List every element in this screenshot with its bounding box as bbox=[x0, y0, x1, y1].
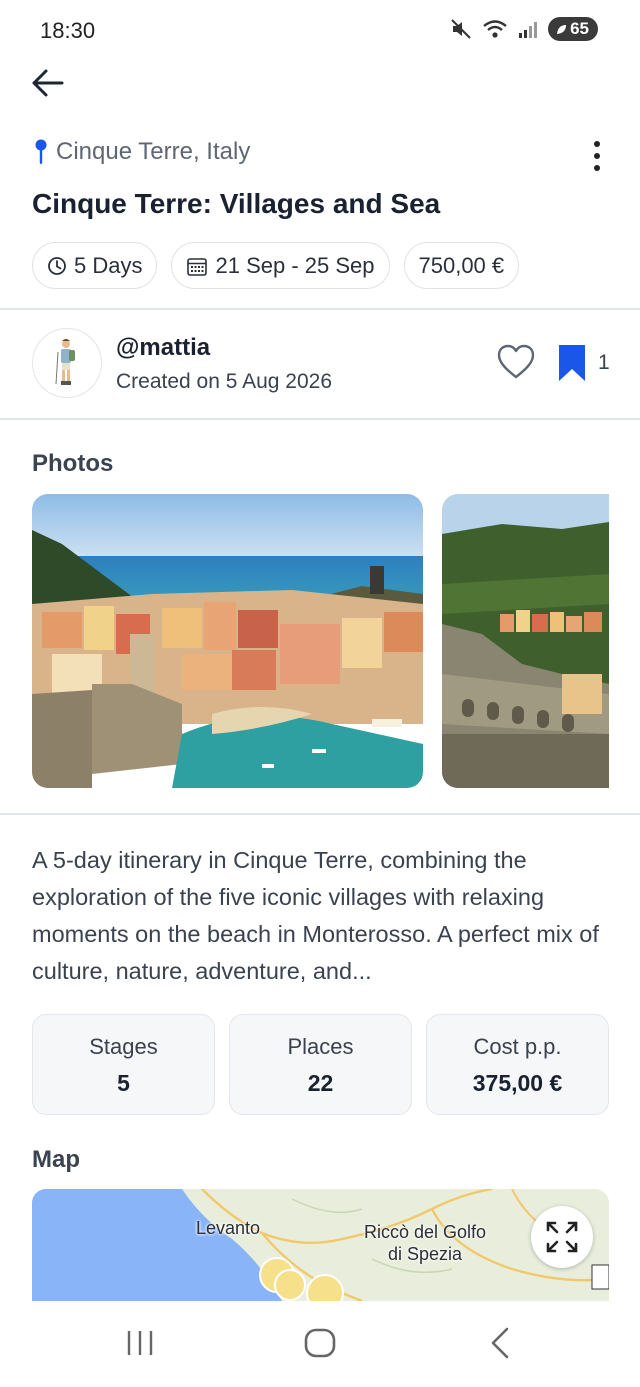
more-dot bbox=[594, 153, 600, 159]
map-label-levanto: Levanto bbox=[196, 1218, 261, 1238]
author-handle[interactable]: @mattia bbox=[116, 334, 210, 362]
battery-level: 65 bbox=[570, 19, 589, 38]
dates-chip: 21 Sep - 25 Sep bbox=[171, 242, 390, 289]
stat-value: 22 bbox=[307, 1070, 334, 1096]
home-button[interactable] bbox=[303, 1327, 337, 1364]
stat-value: 5 bbox=[117, 1070, 130, 1096]
status-time: 18:30 bbox=[40, 18, 96, 43]
duration-label: 5 Days bbox=[74, 252, 143, 278]
bookmark-button[interactable] bbox=[557, 343, 587, 388]
status-bar: 18:30 65 bbox=[0, 0, 640, 62]
bookmark-icon bbox=[559, 345, 585, 381]
divider bbox=[0, 813, 640, 815]
heart-icon bbox=[497, 344, 535, 379]
like-button[interactable] bbox=[497, 344, 535, 385]
location-row: Cinque Terre, Italy bbox=[34, 138, 250, 166]
trip-description: A 5-day itinerary in Cinque Terre, combi… bbox=[32, 847, 599, 984]
chevron-left-icon bbox=[491, 1327, 509, 1359]
stat-label: Cost p.p. bbox=[473, 1034, 562, 1059]
back-nav-button[interactable] bbox=[487, 1327, 511, 1364]
map-title: Map bbox=[32, 1146, 80, 1173]
divider bbox=[0, 418, 640, 420]
home-icon bbox=[304, 1328, 336, 1358]
duration-chip: 5 Days bbox=[32, 242, 158, 289]
dates-label: 21 Sep - 25 Sep bbox=[215, 252, 375, 278]
bookmark-count: 1 bbox=[598, 351, 610, 374]
stat-label: Stages bbox=[89, 1034, 158, 1059]
price-label: 750,00 € bbox=[418, 252, 505, 278]
divider bbox=[0, 308, 640, 310]
stat-value: 375,00 € bbox=[472, 1070, 563, 1096]
trip-chips: 5 Days 21 Sep - 25 Sep 750,00 € bbox=[32, 242, 520, 289]
photo-1[interactable] bbox=[32, 494, 423, 788]
stat-card-places: Places 22 bbox=[229, 1014, 412, 1115]
expand-icon bbox=[546, 1221, 578, 1253]
more-vertical-icon bbox=[594, 141, 600, 147]
stat-label: Places bbox=[287, 1034, 354, 1059]
battery-icon: 65 bbox=[548, 17, 598, 41]
photo-2[interactable] bbox=[442, 494, 609, 788]
recent-apps-button[interactable] bbox=[124, 1327, 156, 1364]
back-button[interactable] bbox=[26, 62, 68, 104]
expand-map-button[interactable] bbox=[531, 1206, 593, 1268]
recent-apps-icon bbox=[127, 1331, 153, 1355]
stat-card-stages: Stages 5 bbox=[32, 1014, 215, 1115]
price-chip: 750,00 € bbox=[403, 242, 520, 289]
hiker-avatar-icon bbox=[55, 339, 75, 385]
calendar-icon bbox=[187, 257, 208, 276]
created-date: Created on 5 Aug 2026 bbox=[116, 370, 333, 393]
signal-icon bbox=[518, 19, 538, 39]
location-text: Cinque Terre, Italy bbox=[56, 138, 251, 165]
page-title: Cinque Terre: Villages and Sea bbox=[32, 188, 441, 219]
system-nav-bar bbox=[0, 1301, 640, 1387]
more-dot bbox=[594, 165, 600, 171]
pin-icon bbox=[35, 139, 47, 164]
avatar[interactable] bbox=[32, 328, 102, 398]
stat-card-cost: Cost p.p. 375,00 € bbox=[426, 1014, 609, 1115]
wifi-icon bbox=[482, 18, 508, 40]
mute-icon bbox=[450, 18, 472, 40]
arrow-left-icon bbox=[32, 69, 64, 97]
photos-title: Photos bbox=[32, 450, 114, 477]
more-options-button[interactable] bbox=[582, 136, 612, 176]
clock-icon bbox=[48, 256, 66, 275]
status-icons: 65 bbox=[450, 17, 598, 41]
map-label-ricco: Riccò del Golfo di Spezia bbox=[364, 1222, 487, 1264]
map-view[interactable]: Levanto Riccò del Golfo di Spezia bbox=[32, 1189, 609, 1301]
